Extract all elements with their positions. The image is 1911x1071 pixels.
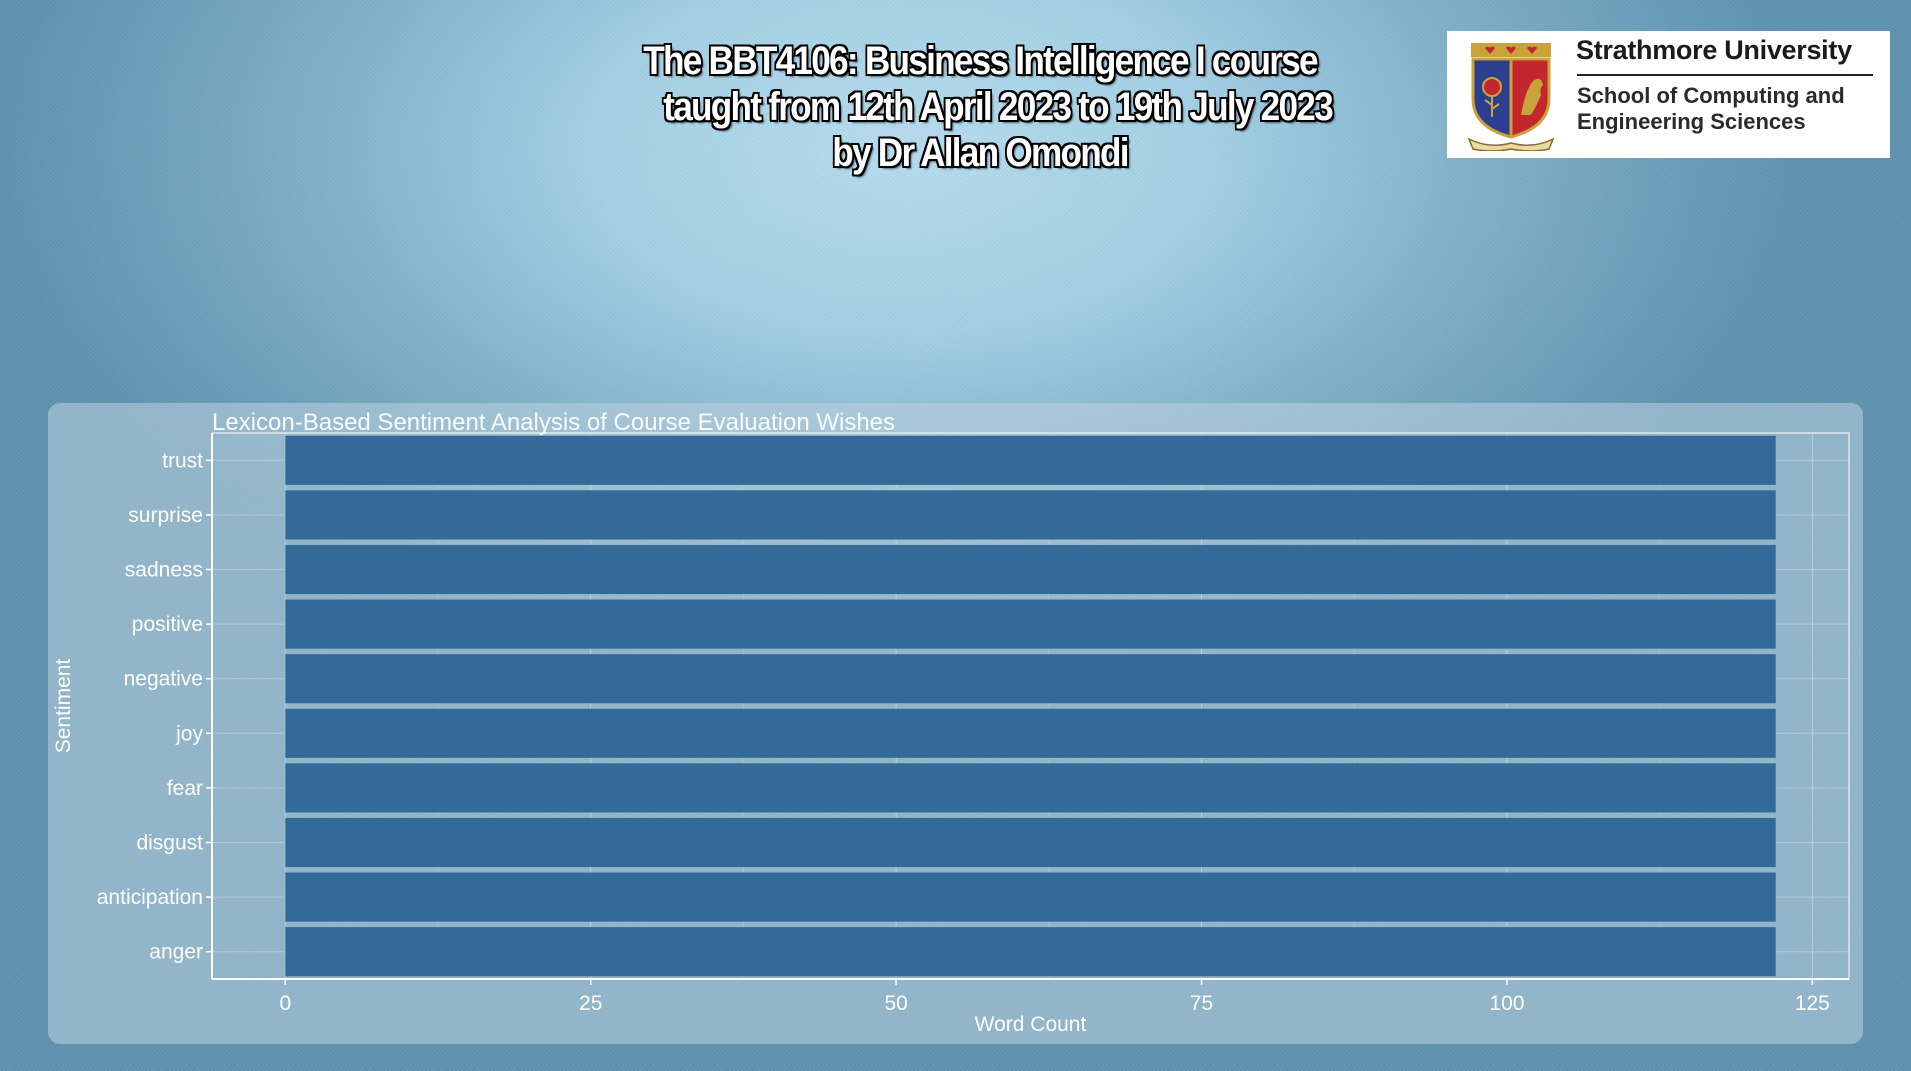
course-title: The BBT4106: Business Intelligence I cou… [610, 38, 1349, 176]
bar-negative [285, 654, 1776, 704]
x-tick-label: 25 [579, 992, 602, 1015]
x-tick-label: 100 [1489, 992, 1524, 1015]
x-tick-labels: 0 25 50 75 100 125 [279, 979, 1830, 1015]
bar-joy [285, 708, 1776, 758]
bar-anger [285, 927, 1776, 977]
y-tick-label: surprise [128, 504, 203, 527]
x-axis-label: Word Count [975, 1013, 1087, 1036]
university-crest-icon [1467, 43, 1555, 151]
y-tick-label: trust [162, 449, 203, 472]
bars [285, 435, 1776, 977]
school-name: School of Computing and Engineering Scie… [1577, 83, 1845, 135]
university-logo: Strathmore University School of Computin… [1447, 31, 1890, 158]
course-title-line-2: taught from 12th April 2023 to 19th July… [663, 85, 1333, 129]
school-name-line-2: Engineering Sciences [1577, 109, 1806, 134]
y-tick-label: sadness [125, 559, 203, 582]
chart-panel: anger anticipation disgust fear joy negative p… [48, 403, 1863, 1044]
course-title-line-3: by Dr Allan Omondi [832, 131, 1129, 175]
university-name: Strathmore University [1576, 35, 1852, 65]
school-name-line-1: School of Computing and [1577, 83, 1845, 108]
y-tick-label: disgust [136, 832, 203, 855]
chart-title: Lexicon-Based Sentiment Analysis of Cour… [212, 409, 895, 436]
y-tick-label: anticipation [97, 886, 203, 909]
y-axis-label: Sentiment [52, 659, 75, 754]
logo-divider [1577, 74, 1873, 76]
course-title-line-1: The BBT4106: Business Intelligence I cou… [643, 39, 1318, 83]
bar-fear [285, 763, 1776, 813]
bar-surprise [285, 490, 1776, 540]
x-tick-label: 75 [1190, 992, 1213, 1015]
y-tick-label: positive [132, 613, 203, 636]
bar-disgust [285, 817, 1776, 868]
sentiment-bar-chart: anger anticipation disgust fear joy negative p… [52, 409, 1850, 1036]
bar-positive [285, 599, 1776, 649]
x-tick-label: 50 [884, 992, 907, 1015]
y-tick-label: fear [167, 777, 203, 800]
x-tick-label: 0 [279, 992, 291, 1015]
bar-anticipation [285, 872, 1776, 922]
bar-trust [285, 435, 1776, 485]
x-tick-label: 125 [1795, 992, 1830, 1015]
y-tick-label: joy [175, 722, 203, 745]
y-tick-label: anger [149, 941, 203, 964]
bar-sadness [285, 544, 1776, 595]
y-tick-label: negative [124, 668, 203, 691]
y-tick-labels: anger anticipation disgust fear joy negative p… [97, 449, 212, 964]
